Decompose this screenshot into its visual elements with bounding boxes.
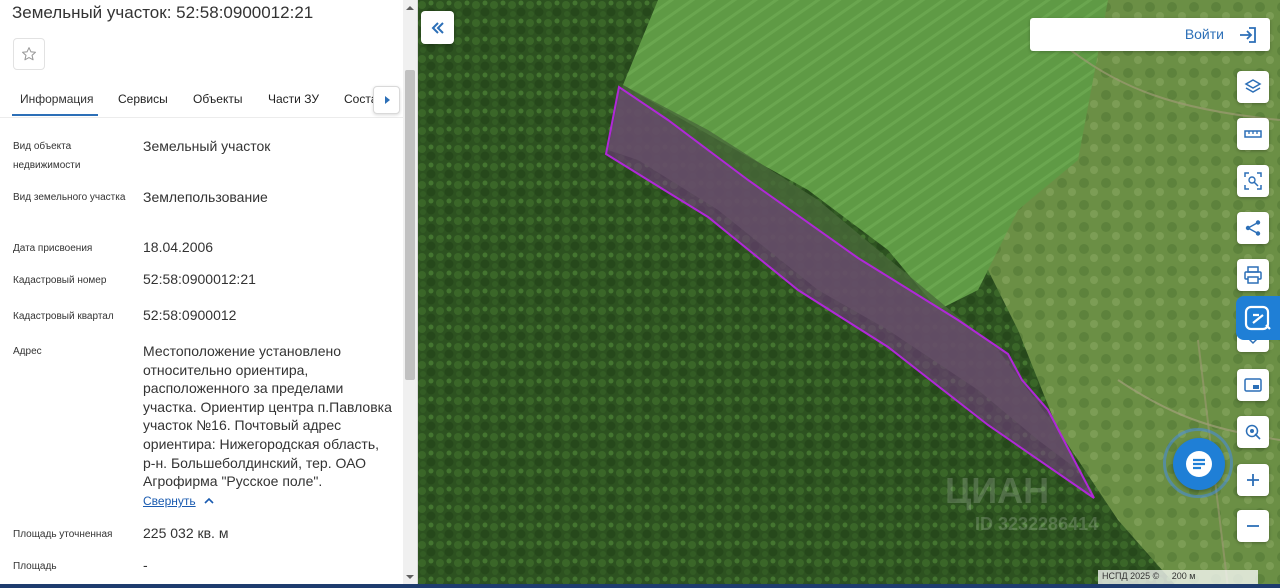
zoom-in-button[interactable] [1237, 464, 1269, 496]
layers-icon [1244, 79, 1262, 93]
double-chevron-left-icon [431, 21, 444, 34]
attribution-text: НСПД 2025 © [1102, 571, 1160, 581]
caret-right-icon [384, 96, 390, 104]
tab-objects[interactable]: Объекты [193, 82, 243, 116]
select-area-icon [1244, 172, 1262, 190]
login-label: Войти [1184, 26, 1224, 42]
label-cadastral-quarter: Кадастровый квартал [13, 311, 114, 322]
taskbar-edge [0, 584, 1280, 588]
ruler-button[interactable] [1237, 118, 1269, 150]
scrollbar-thumb[interactable] [405, 70, 415, 380]
geolocate-icon [1245, 424, 1261, 440]
label-land-type: Вид земельного участка [13, 192, 126, 203]
info-panel: Земельный участок: 52:58:0900012:21 Инфо… [0, 0, 418, 588]
tab-divider [0, 117, 403, 118]
watermark-id: ID 3232286414 [975, 514, 1099, 534]
label-object-type: Вид объекта недвижимости [13, 141, 81, 171]
map-attribution: НСПД 2025 © 200 м [1098, 570, 1258, 584]
tabs-scroll-right-button[interactable] [373, 86, 400, 114]
active-tab-indicator [12, 114, 98, 116]
label-area-refined: Площадь уточненная [13, 529, 113, 540]
value-address: Местоположение установлено относительно … [143, 343, 392, 490]
chat-icon [1186, 451, 1212, 477]
chat-button[interactable] [1173, 438, 1225, 490]
zoom-in-icon [1247, 474, 1259, 486]
value-cadastral-quarter: 52:58:0900012 [143, 307, 237, 323]
share-icon [1245, 220, 1261, 236]
map-view[interactable] [418, 0, 1280, 588]
value-assignment-date: 18.04.2006 [143, 239, 214, 255]
satellite-imagery [418, 0, 1280, 588]
scale-bar-label: 200 м [1171, 571, 1196, 581]
chevron-up-icon [204, 497, 214, 504]
print-icon [1244, 266, 1262, 284]
value-land-type: Землепользование [143, 189, 268, 205]
value-area: - [143, 557, 148, 573]
tab-parcel-parts[interactable]: Части ЗУ [268, 82, 319, 116]
scroll-up-icon[interactable] [406, 4, 414, 12]
geolocate-button[interactable] [1237, 416, 1269, 448]
minimap-button[interactable] [1237, 369, 1269, 401]
share-button[interactable] [1237, 212, 1269, 244]
label-area: Площадь [13, 561, 57, 572]
minimap-icon [1244, 378, 1262, 392]
select-area-button[interactable] [1237, 165, 1269, 197]
value-cadastral-number: 52:58:0900012:21 [143, 271, 256, 287]
ruler-icon [1244, 130, 1262, 138]
collapse-panel-button[interactable] [421, 11, 454, 44]
assistant-icon [1244, 305, 1271, 331]
label-assignment-date: Дата присвоения [13, 243, 93, 254]
watermark-text: ЦИАН [945, 470, 1050, 511]
label-cadastral-number: Кадастровый номер [13, 275, 107, 286]
value-area-refined: 225 032 кв. м [143, 525, 229, 541]
label-address: Адрес [13, 346, 42, 357]
zoom-out-icon [1247, 525, 1259, 527]
collapse-link-label: Свернуть [143, 494, 196, 508]
star-icon [21, 47, 36, 61]
tab-services[interactable]: Сервисы [118, 82, 168, 116]
collapse-address-link[interactable]: Свернуть [143, 494, 214, 508]
page-title: Земельный участок: 52:58:0900012:21 [12, 3, 314, 22]
panel-scrollbar[interactable] [403, 0, 417, 588]
login-button[interactable]: Войти [1030, 18, 1270, 51]
assistant-button[interactable] [1236, 296, 1280, 340]
login-icon [1240, 27, 1256, 43]
layers-button[interactable] [1237, 71, 1269, 103]
favorite-button[interactable] [13, 38, 45, 70]
tab-bar: Информация Сервисы Объекты Части ЗУ Сост… [0, 82, 403, 118]
tab-information[interactable]: Информация [20, 82, 93, 116]
zoom-out-button[interactable] [1237, 510, 1269, 542]
value-object-type: Земельный участок [143, 138, 271, 154]
scroll-down-icon[interactable] [406, 573, 414, 581]
print-button[interactable] [1237, 259, 1269, 291]
